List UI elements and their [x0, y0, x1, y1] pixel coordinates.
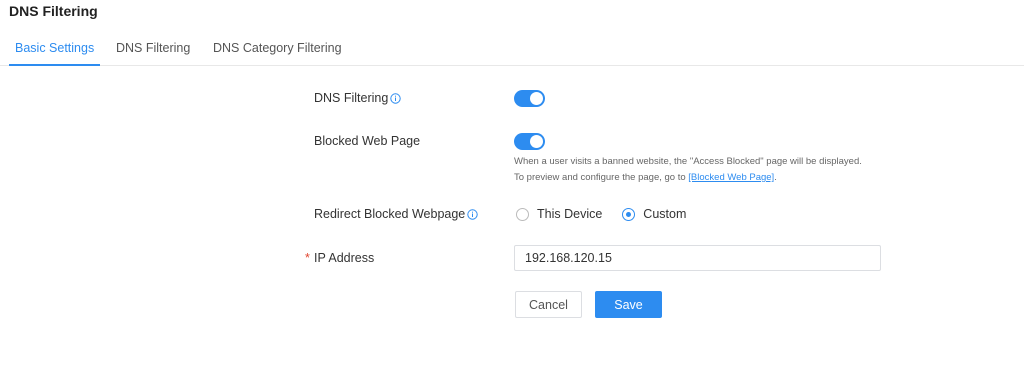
ip-address-label: IP Address: [314, 251, 375, 265]
blocked-web-page-label: Blocked Web Page: [314, 134, 421, 148]
info-icon[interactable]: [390, 92, 402, 104]
blocked-web-page-description: When a user visits a banned website, the…: [514, 154, 874, 186]
radio-circle: [622, 207, 636, 221]
radio-custom[interactable]: Custom: [622, 207, 686, 221]
redirect-radio-group: This Device Custom: [516, 207, 706, 221]
page-title: DNS Filtering: [9, 3, 98, 19]
radio-this-device[interactable]: This Device: [516, 207, 602, 221]
required-mark: *: [305, 251, 310, 265]
ip-address-input[interactable]: [514, 245, 881, 271]
ip-address-label-row: * IP Address: [305, 251, 375, 265]
description-end: .: [774, 172, 777, 183]
radio-label: This Device: [537, 207, 603, 221]
tab-basic-settings[interactable]: Basic Settings: [9, 41, 101, 66]
tab-dns-filtering[interactable]: DNS Filtering: [116, 41, 190, 64]
toggle-knob: [530, 135, 543, 148]
dns-filtering-label: DNS Filtering: [314, 91, 389, 105]
dns-filtering-label-row: DNS Filtering: [314, 91, 402, 105]
tab-bar: Basic Settings DNS Filtering DNS Categor…: [0, 38, 1024, 66]
radio-label: Custom: [643, 207, 687, 221]
blocked-web-page-toggle[interactable]: [514, 133, 545, 150]
info-icon[interactable]: [467, 208, 478, 220]
redirect-label: Redirect Blocked Webpage: [314, 207, 466, 221]
cancel-button[interactable]: Cancel: [515, 291, 582, 318]
toggle-knob: [530, 92, 543, 105]
tab-dns-category-filtering[interactable]: DNS Category Filtering: [213, 41, 342, 64]
radio-circle: [516, 207, 529, 221]
blocked-web-page-link[interactable]: [Blocked Web Page]: [688, 172, 774, 183]
redirect-label-row: Redirect Blocked Webpage: [314, 207, 478, 221]
dns-filtering-toggle[interactable]: [514, 90, 545, 107]
save-button[interactable]: Save: [595, 291, 662, 318]
